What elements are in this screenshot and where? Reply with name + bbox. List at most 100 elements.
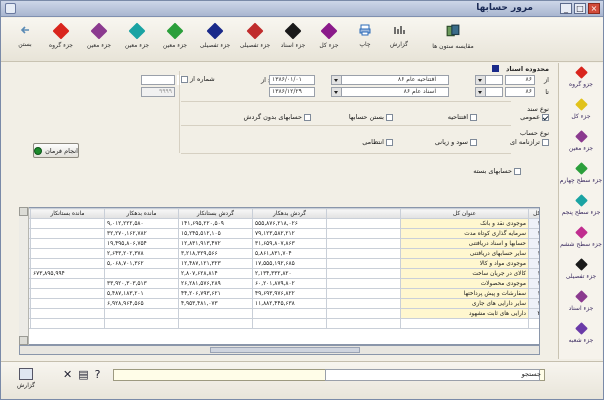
sidebar-item-docs[interactable]: جزء اسناد (559, 289, 603, 323)
table-row[interactable]: ۵,۰۶۸,۷۰۱,۳۶۲ ۱۲,۴۸۷,۱۲۱,۳۲۳ ۱۷,۵۵۵,۱۹۲,۶۸… (20, 258, 539, 269)
table-row[interactable]: ۲,۶۴۳,۲۰۲,۳۷۸ ۳,۲۱۸,۳۲۹,۵۶۶ ۵,۸۶۱,۸۳۱,۷۰۴ س… (20, 248, 539, 259)
toolbar-moein3-button[interactable]: جزء معین (157, 22, 193, 58)
date-from-field[interactable]: ۱۳۸۶/۰۱/۰۱ (269, 75, 315, 85)
doc-number-checkbox[interactable] (181, 75, 188, 83)
acct-pl-check[interactable]: سود و زیانی (435, 138, 477, 146)
from-year-field[interactable]: ۸۶ (505, 75, 535, 85)
filter-form: محدوده اسناد از ۸۶ از افتتاحیه عام ۸۶ تا… (1, 63, 557, 175)
table-row[interactable]: ۵,۴۸۷,۱۸۳,۲۰۱ ۴۴,۲۰۶,۷۹۳,۶۲۱ ۴۹,۶۹۳,۹۷۶,۸۲… (20, 288, 539, 299)
table-row[interactable]: ۶۷۳,۸۹۵,۹۹۴ ۲,۸۰۷,۶۲۸,۸۱۴ ۲,۱۳۴,۳۳۲,۸۲۰ کال… (20, 268, 539, 279)
date-to-field[interactable]: ۱۳۸۶/۱۲/۲۹ (269, 87, 315, 97)
printer-icon (19, 368, 33, 380)
section-marker-icon (492, 65, 499, 72)
type-noeffect-check[interactable]: حسابهای بدون گردش (244, 113, 311, 121)
document-icon[interactable]: ▤ (78, 368, 88, 381)
help-icon[interactable]: ? (95, 368, 101, 381)
table-row[interactable]: ۳۳,۹۲۰,۳۰۳,۵۱۳ ۲۶,۲۸۱,۵۷۶,۲۸۹ ۶۰,۲۰۱,۸۷۹,۸… (20, 278, 539, 289)
green-gem-icon (166, 22, 184, 40)
navy-gem-icon (206, 22, 224, 40)
grid-horizontal-scrollbar[interactable] (19, 345, 540, 355)
to-year-field[interactable]: ۸۶ (505, 87, 535, 97)
sidebar-item-level6[interactable]: جزء سطح ششم (559, 225, 603, 259)
acct-balance-checkbox[interactable] (542, 138, 549, 146)
cross-tools-icon[interactable]: ✕ (63, 368, 72, 381)
section-title: محدوده اسناد (506, 65, 549, 73)
to-year-combo[interactable] (475, 87, 503, 97)
show-closed-checkbox[interactable] (514, 167, 521, 175)
type-general-check[interactable]: عمومی (520, 113, 549, 121)
black-gem-icon (284, 22, 302, 40)
close-button[interactable]: × (588, 3, 600, 14)
pink-gem-icon (574, 226, 588, 239)
purple-gem-icon (574, 130, 588, 143)
type-opening-check[interactable]: افتتاحیه (448, 113, 477, 121)
sidebar-item-branch[interactable]: جزء شعبه (559, 321, 603, 355)
toolbar-detail2-button[interactable]: جزء تفصیلی (237, 22, 273, 58)
search-label: جستجو (521, 370, 541, 378)
sidebar-item-level4[interactable]: جزء سطح چهارم (559, 161, 603, 195)
yellow-gem-icon (574, 98, 588, 111)
col-code[interactable]: کد کل (528, 208, 539, 219)
scroll-thumb[interactable] (210, 347, 360, 353)
type-closing-checkbox[interactable] (386, 113, 393, 121)
doc-number-check[interactable]: شماره از (181, 75, 215, 83)
sidebar-item-level5[interactable]: جزء سطح پنجم (559, 193, 603, 227)
sidebar-item-kol[interactable]: جزء کل (559, 97, 603, 131)
toolbar-docs-button[interactable]: جزء اسناد (275, 22, 311, 58)
accounts-grid[interactable]: مانده بستانکار مانده بدهکار گردش بستانکا… (19, 207, 540, 345)
sidebar-item-group[interactable]: جزو گروه (559, 65, 603, 99)
toolbar-print-button[interactable]: چاپ (347, 22, 383, 58)
sidebar-item-detail[interactable]: جزء تفصیلی (559, 257, 603, 291)
col-credit[interactable]: گردش بستانکار (178, 208, 253, 219)
col-debit[interactable]: گردش بدهکار (252, 208, 327, 219)
scroll-up-icon[interactable] (19, 207, 28, 216)
from-doc-combo[interactable]: افتتاحیه عام ۸۶ (331, 75, 449, 85)
acct-pl-checkbox[interactable] (470, 138, 477, 146)
type-general-checkbox[interactable] (542, 113, 549, 121)
red-gem-icon (52, 22, 70, 40)
toolbar-kol-button[interactable]: جزء کل (311, 22, 347, 58)
toolbar-moein-button[interactable]: جزء معین (81, 22, 117, 58)
grid-vertical-scrollbar[interactable] (19, 207, 29, 345)
table-row[interactable]: ۱۹,۴۹۵,۸۰۶,۷۵۴ ۱۲,۸۳۱,۹۱۳,۴۷۲ ۳۱,۶۵۹,۸۰۷,۸… (20, 238, 539, 249)
toolbar-compare-button[interactable]: مقایسه ستون ها (431, 22, 475, 58)
acct-balance-check[interactable]: ترازنامه ای (510, 138, 549, 146)
from-year-combo[interactable] (475, 75, 503, 85)
type-opening-checkbox[interactable] (470, 113, 477, 121)
report-button[interactable]: گزارش (11, 366, 41, 396)
col-bal-debit[interactable]: مانده بدهکار (104, 208, 179, 219)
black-gem-icon (574, 258, 588, 271)
col-name[interactable]: عنوان کل (400, 208, 529, 219)
toolbar-detail-button[interactable]: جزء تفصیلی (197, 22, 233, 58)
toolbar-moein2-button[interactable]: جزء معین (119, 22, 155, 58)
toolbar-close-button[interactable]: بستن (7, 22, 43, 58)
table-row[interactable]: ۹,۰۱۲,۲۲۲,۵۸۰ ۱۴۱,۶۹۵,۲۲۰,۵۰۹ ۵۵۵,۸۷۶,۲۱۸,… (20, 218, 539, 229)
execute-button[interactable]: انجام فرمان (33, 143, 79, 158)
to-doc-combo[interactable]: اسناد عام ۸۶ (331, 87, 449, 97)
red-gem-icon (574, 66, 588, 79)
col-bal-credit[interactable]: مانده بستانکار (30, 208, 105, 219)
minimize-button[interactable]: _ (560, 3, 572, 14)
teal-gem-icon (574, 194, 588, 207)
scroll-down-icon[interactable] (19, 336, 28, 345)
purple-gem-icon (90, 22, 108, 40)
toolbar-report-button[interactable]: گزارش (381, 22, 417, 58)
type-closing-check[interactable]: بستن حسابها (349, 113, 393, 121)
acct-memo-checkbox[interactable] (386, 138, 393, 146)
table-row[interactable]: دارایی های ثابت مشهود۲۰ (20, 308, 539, 319)
show-closed-check[interactable]: حسابهای بسته (473, 167, 521, 175)
toolbar-group-button[interactable]: جزء گروه (43, 22, 79, 58)
search-input[interactable] (325, 369, 540, 381)
sidebar-item-moein[interactable]: جزء معین (559, 129, 603, 163)
type-noeffect-checkbox[interactable] (304, 113, 311, 121)
acct-memo-check[interactable]: انتظامی (362, 138, 393, 146)
maximize-button[interactable]: □ (574, 3, 586, 14)
doc-number-to-field[interactable]: ۹۹۹۹ (141, 87, 175, 97)
back-arrow-icon (20, 26, 29, 34)
table-row[interactable]: ۶,۹۲۸,۹۶۴,۵۶۵ ۴,۹۵۳,۴۸۱,۰۷۳ ۱۱,۸۸۲,۴۴۵,۶۳۸… (20, 298, 539, 309)
doc-number-from-field[interactable] (141, 75, 175, 85)
table-row[interactable]: ۳۲,۲۷۰,۱۶۲,۷۸۲ ۱۵,۲۴۵,۵۱۲,۱۰۵ ۷۹,۱۲۳,۵۸۲,۲… (20, 228, 539, 239)
report-icon (394, 26, 405, 34)
printer-icon (359, 24, 371, 36)
teal-gem-icon (128, 22, 146, 40)
